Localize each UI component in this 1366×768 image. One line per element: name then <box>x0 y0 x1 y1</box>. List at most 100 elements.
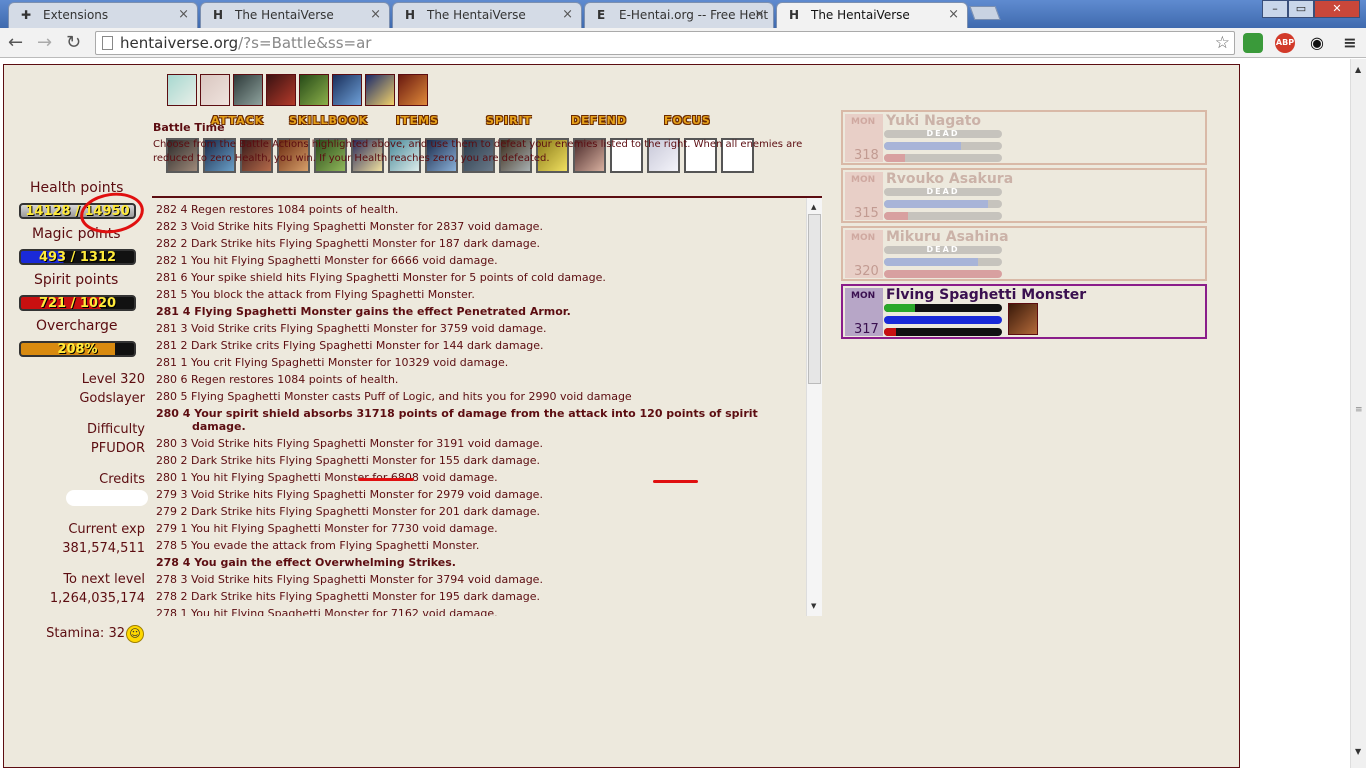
tab-hentaiverse-1[interactable]: H The HentaiVerse × <box>200 2 390 28</box>
monster-mp-bar <box>884 316 1002 324</box>
effect-icon[interactable] <box>299 74 329 106</box>
log-line: 278 2 Dark Strike hits Flying Spaghetti … <box>156 590 540 603</box>
log-line: 280 4 Your spirit shield absorbs 31718 p… <box>156 407 758 433</box>
close-icon[interactable]: × <box>178 7 189 22</box>
log-line: 280 5 Flying Spaghetti Monster casts Puf… <box>156 390 632 403</box>
adblock-plus-icon[interactable]: ABP <box>1275 33 1295 53</box>
scroll-grip-icon[interactable]: ≡ <box>1355 405 1363 415</box>
monster-card-active[interactable]: MON 317 Flving Spaghetti Monster <box>841 284 1207 339</box>
close-icon[interactable]: × <box>562 7 573 22</box>
difficulty-label: Difficulty <box>87 422 145 437</box>
hv-logo-icon: H <box>405 8 416 22</box>
menu-icon[interactable]: ≡ <box>1340 33 1360 53</box>
url-host: hentaiverse.org <box>120 34 239 52</box>
log-line: 281 3 Void Strike crits Flying Spaghetti… <box>156 322 547 335</box>
log-line: 278 5 You evade the attack from Flying S… <box>156 539 480 552</box>
level-line: Level 320 <box>81 372 145 387</box>
eye-icon[interactable]: ◉ <box>1307 33 1327 53</box>
effect-icon[interactable] <box>266 74 296 106</box>
battle-title: Battle Time <box>153 121 225 134</box>
reload-icon[interactable]: ↻ <box>66 32 81 53</box>
scroll-up-icon[interactable]: ▲ <box>1355 65 1361 74</box>
menu-defend[interactable]: DEFEND <box>571 114 627 127</box>
overcharge-bar: 208% <box>19 341 136 357</box>
log-line: 282 1 You hit Flying Spaghetti Monster f… <box>156 254 498 267</box>
effect-icon[interactable] <box>167 74 197 106</box>
scroll-thumb[interactable] <box>808 214 821 384</box>
hv-logo-icon: H <box>789 8 800 22</box>
monster-sp-bar <box>884 270 1002 278</box>
log-line: 279 3 Void Strike hits Flying Spaghetti … <box>156 488 543 501</box>
effect-icon[interactable] <box>365 74 395 106</box>
log-scrollbar[interactable]: ▲ ▼ <box>806 198 822 616</box>
close-icon[interactable]: × <box>370 7 381 22</box>
stamina: Stamina: 32 <box>46 626 125 641</box>
magic-bar: 493 / 1312 <box>19 249 136 265</box>
effect-icon[interactable] <box>200 74 230 106</box>
menu-items[interactable]: ITEMS <box>396 114 439 127</box>
scroll-down-icon[interactable]: ▼ <box>1355 747 1361 756</box>
window-close-button[interactable]: ✕ <box>1314 0 1360 18</box>
next-level-value: 1,264,035,174 <box>49 591 145 606</box>
effect-icon[interactable] <box>233 74 263 106</box>
tab-extensions[interactable]: ✚ Extensions × <box>8 2 198 28</box>
monster-sp-bar <box>884 212 1002 220</box>
menu-skillbook[interactable]: SKILLBOOK <box>289 114 368 127</box>
monster-level: 315 <box>854 206 879 221</box>
close-icon[interactable]: × <box>754 7 765 22</box>
bookmark-star-icon[interactable]: ☆ <box>1215 33 1230 53</box>
monster-mp-bar <box>884 142 1002 150</box>
tab-ehentai[interactable]: E E-Hentai.org -- Free Hent × <box>584 2 774 28</box>
maximize-button[interactable]: ▭ <box>1288 0 1314 18</box>
forward-icon[interactable]: → <box>37 32 52 53</box>
tab-label: E-Hentai.org -- Free Hent <box>619 8 769 22</box>
log-line: 281 1 You crit Flying Spaghetti Monster … <box>156 356 509 369</box>
log-line: 282 3 Void Strike hits Flying Spaghetti … <box>156 220 543 233</box>
spirit-bar: 721 / 1020 <box>19 295 136 311</box>
monster-status: DEAD <box>884 188 1002 196</box>
effect-icon[interactable] <box>398 74 428 106</box>
new-tab-button[interactable] <box>969 6 1001 20</box>
exp-value: 381,574,511 <box>62 541 145 556</box>
monster-slot: MON 318 <box>845 114 883 163</box>
minimize-button[interactable]: – <box>1262 0 1288 18</box>
tab-hentaiverse-active[interactable]: H The HentaiVerse × <box>776 2 968 28</box>
effect-icon[interactable] <box>332 74 362 106</box>
back-icon[interactable]: ← <box>8 32 23 53</box>
eh-logo-icon: E <box>597 8 606 22</box>
monster-level: 320 <box>854 264 879 279</box>
log-line: 282 4 Regen restores 1084 points of heal… <box>156 203 399 216</box>
scroll-up-icon[interactable]: ▲ <box>811 203 816 211</box>
exp-label: Current exp <box>68 522 145 537</box>
address-bar[interactable]: hentaiverse.org/?s=Battle&ss=ar ☆ <box>95 31 1235 55</box>
scroll-down-icon[interactable]: ▼ <box>811 602 816 610</box>
monster-card[interactable]: MON 318 Yuki Nagato DEAD <box>841 110 1207 165</box>
annotation-underline <box>358 478 414 481</box>
battle-description: Choose from the Battle Actions highlight… <box>153 139 803 164</box>
monster-mp-bar <box>884 258 1002 266</box>
log-line: 281 6 Your spike shield hits Flying Spag… <box>156 271 606 284</box>
tab-hentaiverse-2[interactable]: H The HentaiVerse × <box>392 2 582 28</box>
close-icon[interactable]: × <box>948 7 959 22</box>
tab-label: The HentaiVerse <box>235 8 334 22</box>
menu-focus[interactable]: FOCUS <box>664 114 711 127</box>
credits-redacted <box>66 490 148 506</box>
log-line: 280 2 Dark Strike hits Flying Spaghetti … <box>156 454 540 467</box>
extension-green-icon[interactable] <box>1243 33 1263 53</box>
tab-label: The HentaiVerse <box>811 8 910 22</box>
monster-card[interactable]: MON 315 Rvouko Asakura DEAD <box>841 168 1207 223</box>
page-scrollbar[interactable]: ▲ ≡ ▼ <box>1350 59 1366 768</box>
monster-effect-icon[interactable] <box>1008 303 1038 335</box>
monster-sp-bar <box>884 154 1002 162</box>
monster-name: Yuki Nagato <box>886 113 982 129</box>
hv-logo-icon: H <box>213 8 224 22</box>
menu-spirit[interactable]: SPIRIT <box>486 114 532 127</box>
monster-card[interactable]: MON 320 Mikuru Asahina DEAD <box>841 226 1207 281</box>
log-line: 279 2 Dark Strike hits Flying Spaghetti … <box>156 505 540 518</box>
log-line: 281 2 Dark Strike crits Flying Spaghetti… <box>156 339 544 352</box>
title-line: Godslayer <box>79 391 145 406</box>
overcharge-value: 208% <box>57 342 98 357</box>
log-line: 278 3 Void Strike hits Flying Spaghetti … <box>156 573 543 586</box>
overcharge-label: Overcharge <box>36 318 118 334</box>
log-line: 278 1 You hit Flying Spaghetti Monster f… <box>156 607 498 616</box>
